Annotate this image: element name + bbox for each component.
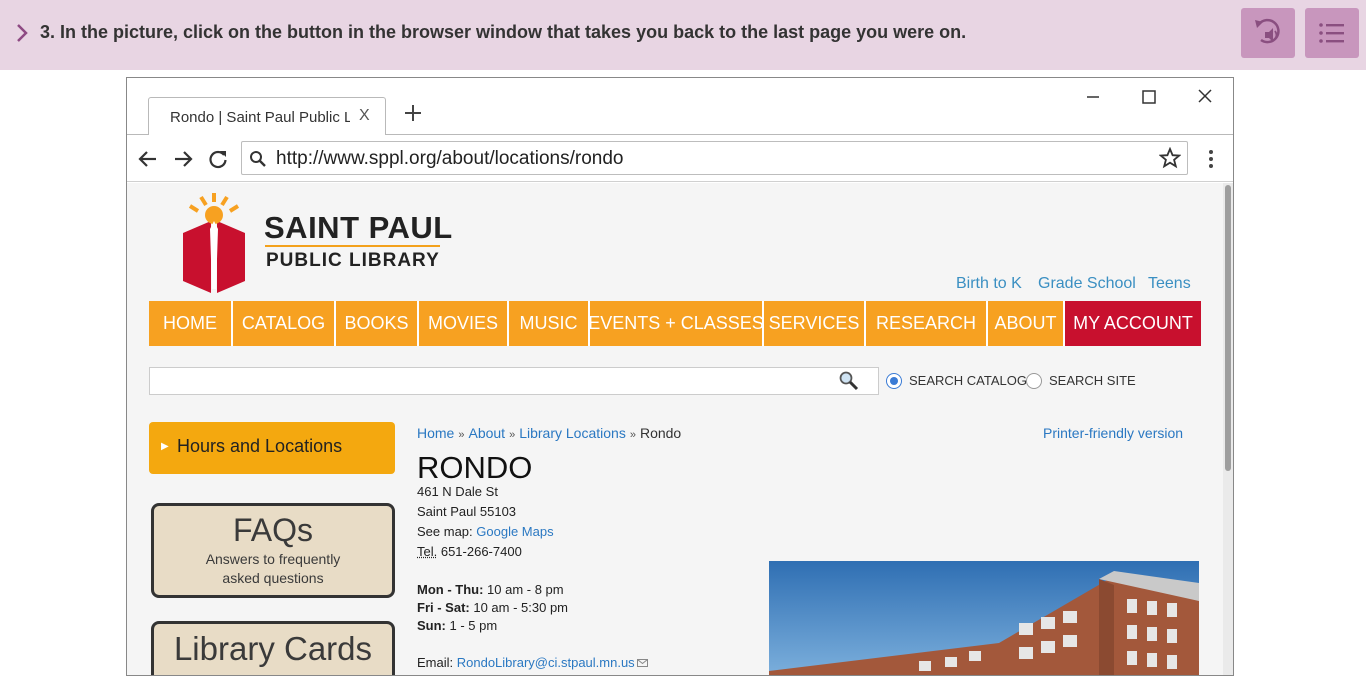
faq-subtitle-2: asked questions [222,570,324,586]
scrollbar-thumb[interactable] [1225,185,1231,471]
browser-toolbar [127,135,1233,182]
breadcrumb-home[interactable]: Home [417,425,454,441]
question-text: 3. In the picture, click on the button i… [40,22,967,42]
tel-label: Tel. [417,544,438,559]
hours-time: 1 - 5 pm [445,618,498,633]
replay-audio-icon [1255,18,1280,44]
library-building-photo [769,561,1199,675]
phone-line: Tel. 651-266-7400 [417,544,522,559]
forward-arrow-icon[interactable] [171,147,195,171]
faq-card[interactable]: FAQs Answers to frequently asked questio… [151,503,395,598]
browser-tab[interactable]: Rondo | Saint Paul Public Li X [148,97,386,136]
email-label: Email: [417,655,457,670]
hours-days: Sun: [417,618,446,633]
brand-divider [265,245,440,247]
nav-item-catalog[interactable]: CATALOG [233,301,336,346]
breadcrumb-separator: » [629,429,636,441]
chevron-right-icon[interactable] [14,20,30,46]
url-input[interactable] [276,148,1136,170]
library-logo-icon [183,193,245,293]
faq-title: FAQs [232,512,313,548]
close-window-icon[interactable] [1191,86,1219,108]
hours-locations-button[interactable]: ▶ Hours and Locations [149,422,395,474]
email-line: Email: RondoLibrary@ci.stpaul.mn.us [417,655,648,670]
back-arrow-icon[interactable] [136,147,160,171]
library-cards-title: Library Cards [173,630,373,667]
address-line-1: 461 N Dale St [417,484,498,499]
google-maps-link[interactable]: Google Maps [476,524,553,539]
breadcrumb-locations[interactable]: Library Locations [519,425,626,441]
address-bar[interactable] [241,141,1188,175]
tab-title: Rondo | Saint Paul Public Li [170,109,350,126]
faq-subtitle-1: Answers to frequently [205,551,341,567]
caret-right-icon: ▶ [161,441,169,452]
nav-item-movies[interactable]: MOVIES [419,301,509,346]
see-map-line: See map: Google Maps [417,524,554,539]
list-menu-icon [1319,23,1344,43]
hours-time: 10 am - 8 pm [483,582,564,597]
brand-name: SAINT PAUL [264,210,453,245]
nav-item-about[interactable]: ABOUT [988,301,1065,346]
email-link[interactable]: RondoLibrary@ci.stpaul.mn.us [457,655,635,670]
brand-subtitle: PUBLIC LIBRARY [266,250,440,271]
nav-item-research[interactable]: RESEARCH [866,301,988,346]
hours-line: Mon - Thu: 10 am - 8 pm [417,582,564,597]
search-icon [250,151,266,167]
printer-friendly-link[interactable]: Printer-friendly version [1043,425,1183,441]
hours-locations-label: Hours and Locations [177,436,343,456]
hours-line: Sun: 1 - 5 pm [417,618,497,633]
menu-button[interactable] [1305,8,1359,58]
search-catalog-label: SEARCH CATALOG [909,373,1027,388]
page-title: RONDO [417,450,533,485]
tab-strip: Rondo | Saint Paul Public Li X [127,78,1233,136]
hours-days: Mon - Thu: [417,582,484,597]
library-cards-card[interactable]: Library Cards [151,621,395,675]
hours-time: 10 am - 5:30 pm [469,600,569,615]
nav-item-home[interactable]: HOME [149,301,233,346]
nav-item-my-account[interactable]: MY ACCOUNT [1065,301,1201,346]
magnifier-icon[interactable] [837,370,861,392]
bookmark-star-icon[interactable] [1159,147,1181,169]
nav-item-services[interactable]: SERVICES [764,301,866,346]
browser-menu-icon[interactable] [1203,147,1219,171]
breadcrumb-separator: » [509,429,516,441]
breadcrumb: Home» About» Library Locations» Rondo [417,425,681,441]
search-input[interactable] [149,367,879,395]
browser-window: Rondo | Saint Paul Public Li X http://ww… [126,77,1234,676]
tel-value: 651-266-7400 [437,544,522,559]
page-viewport: SAINT PAUL PUBLIC LIBRARY Birth to K Gra… [127,183,1233,675]
search-site-radio[interactable] [1026,373,1042,389]
tab-close-button[interactable]: X [359,107,370,125]
search-site-label: SEARCH SITE [1049,373,1136,388]
audience-link-teens[interactable]: Teens [1148,275,1191,293]
address-line-2: Saint Paul 55103 [417,504,517,519]
new-tab-icon[interactable] [403,103,423,123]
audience-link-grade-school[interactable]: Grade School [1038,275,1136,293]
see-map-label: See map: [417,524,477,539]
breadcrumb-current: Rondo [639,425,682,441]
audience-link-birth-to-k[interactable]: Birth to K [956,275,1022,293]
page-scrollbar[interactable] [1223,183,1233,675]
breadcrumb-separator: » [458,429,465,441]
search-catalog-radio[interactable] [886,373,902,389]
minimize-icon[interactable] [1079,86,1107,108]
nav-item-music[interactable]: MUSIC [509,301,590,346]
maximize-icon[interactable] [1135,86,1163,108]
main-nav: HOME CATALOG BOOKS MOVIES MUSIC EVENTS +… [149,301,1201,346]
reload-icon[interactable] [206,147,230,171]
envelope-icon [636,659,648,667]
replay-audio-button[interactable] [1241,8,1295,58]
hours-line: Fri - Sat: 10 am - 5:30 pm [417,600,568,615]
nav-item-events[interactable]: EVENTS + CLASSES [588,301,764,346]
breadcrumb-about[interactable]: About [468,425,505,441]
question-bar: 3. In the picture, click on the button i… [0,0,1366,70]
nav-item-books[interactable]: BOOKS [336,301,419,346]
hours-days: Fri - Sat: [417,600,470,615]
